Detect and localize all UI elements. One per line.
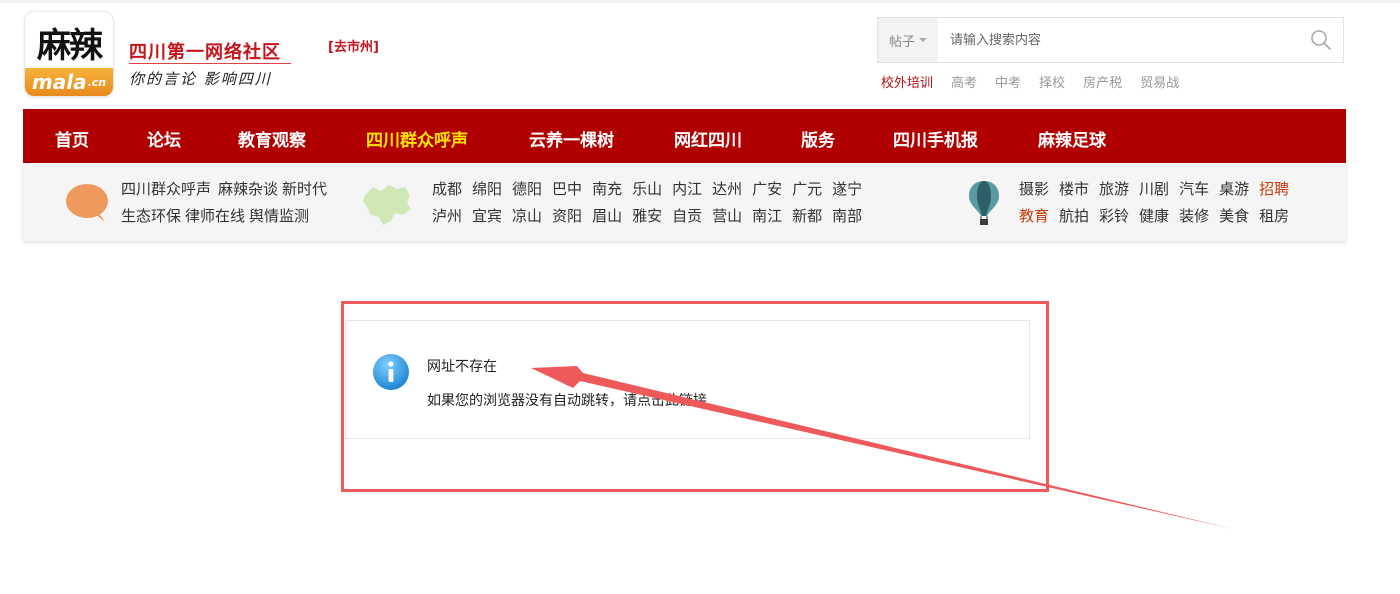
city-link-r2-3[interactable]: 资阳 [552, 205, 582, 226]
city-link-r2-10[interactable]: 南部 [832, 205, 862, 226]
sub-link-zatan[interactable]: 麻辣杂谈 [218, 178, 278, 199]
city-link-r2-9[interactable]: 新都 [792, 205, 822, 226]
hotword-3[interactable]: 择校 [1039, 72, 1065, 91]
category-link-r1-0[interactable]: 摄影 [1019, 178, 1049, 199]
category-link-r1-3[interactable]: 川剧 [1139, 178, 1169, 199]
category-link-r2-6[interactable]: 租房 [1259, 205, 1289, 226]
hotword-4[interactable]: 房产税 [1083, 72, 1122, 91]
sub-link-eco[interactable]: 生态环保 [121, 205, 181, 226]
annotation-arrow-icon [531, 366, 1233, 529]
hotword-2[interactable]: 中考 [995, 72, 1021, 91]
brand-title: 四川第一网络社区 [129, 42, 281, 63]
logo-domain: mala .cn [25, 68, 113, 96]
nav-item-4[interactable]: 云养一棵树 [529, 126, 614, 151]
category-link-r2-2[interactable]: 彩铃 [1099, 205, 1129, 226]
hotword-0[interactable]: 校外培训 [881, 72, 933, 91]
search-type-dropdown[interactable]: 帖子 [878, 18, 938, 62]
top-divider [0, 0, 1400, 3]
category-link-r2-1[interactable]: 航拍 [1059, 205, 1089, 226]
category-row-2: 教育 航拍 彩铃 健康 装修 美食 租房 [1019, 205, 1289, 226]
category-link-r2-0[interactable]: 教育 [1019, 205, 1049, 226]
category-link-r1-2[interactable]: 旅游 [1099, 178, 1129, 199]
category-link-r1-6[interactable]: 招聘 [1259, 178, 1289, 199]
nav-item-6[interactable]: 版务 [801, 126, 835, 151]
city-row-2: 泸州 宜宾 凉山 资阳 眉山 雅安 自贡 营山 南江 新都 南部 [432, 205, 862, 226]
hotword-1[interactable]: 高考 [951, 72, 977, 91]
brand-divider [129, 63, 291, 64]
nav-item-0[interactable]: 首页 [55, 126, 89, 151]
hotword-5[interactable]: 贸易战 [1140, 72, 1179, 91]
brand-slogan: 你的言论 影响四川 [129, 70, 272, 88]
nav-item-8[interactable]: 麻辣足球 [1038, 126, 1106, 151]
city-link-r1-5[interactable]: 乐山 [632, 178, 662, 199]
logo-domain-suffix: .cn [87, 75, 107, 89]
annotation-highlight-box [341, 301, 1049, 492]
city-link-r2-7[interactable]: 营山 [712, 205, 742, 226]
nav-item-1[interactable]: 论坛 [147, 126, 181, 151]
city-link-r2-0[interactable]: 泸州 [432, 205, 462, 226]
city-link-r1-3[interactable]: 巴中 [552, 178, 582, 199]
search-bar: 帖子 [877, 17, 1344, 63]
logo-chars: 麻辣 [37, 25, 103, 66]
category-link-r1-1[interactable]: 楼市 [1059, 178, 1089, 199]
nav-item-2[interactable]: 教育观察 [238, 126, 306, 151]
city-link-r2-1[interactable]: 宜宾 [472, 205, 502, 226]
city-link-r2-8[interactable]: 南江 [752, 205, 782, 226]
city-link-r1-1[interactable]: 绵阳 [472, 178, 502, 199]
city-link-r2-5[interactable]: 雅安 [632, 205, 662, 226]
category-link-r1-5[interactable]: 桌游 [1219, 178, 1249, 199]
city-link-r1-10[interactable]: 遂宁 [832, 178, 862, 199]
category-link-r2-3[interactable]: 健康 [1139, 205, 1169, 226]
nav-item-5[interactable]: 网红四川 [674, 126, 742, 151]
city-link-r2-6[interactable]: 自贡 [672, 205, 702, 226]
main-nav: 首页 论坛 教育观察 四川群众呼声 云养一棵树 网红四川 版务 四川手机报 麻辣足球 [23, 109, 1346, 163]
city-link-r1-6[interactable]: 内江 [672, 178, 702, 199]
city-link-r1-0[interactable]: 成都 [432, 178, 462, 199]
chevron-down-icon [919, 38, 927, 42]
sub-link-voice[interactable]: 四川群众呼声 [121, 178, 211, 199]
category-link-r2-5[interactable]: 美食 [1219, 205, 1249, 226]
category-link-r2-4[interactable]: 装修 [1179, 205, 1209, 226]
city-link-r1-2[interactable]: 德阳 [512, 178, 542, 199]
city-link-r1-8[interactable]: 广安 [752, 178, 782, 199]
search-icon[interactable] [1309, 28, 1333, 52]
sub-link-lawyer[interactable]: 律师在线 [185, 205, 245, 226]
hot-air-balloon-icon [969, 181, 999, 225]
city-row-1: 成都 绵阳 德阳 巴中 南充 乐山 内江 达州 广安 广元 遂宁 [432, 178, 862, 199]
sub-link-new-era[interactable]: 新时代 [282, 178, 327, 199]
city-link-r1-7[interactable]: 达州 [712, 178, 742, 199]
sichuan-map-icon [363, 185, 411, 225]
city-link-r2-4[interactable]: 眉山 [592, 205, 622, 226]
sub-nav-bar: 四川群众呼声 麻辣杂谈 新时代 生态环保 律师在线 舆情监测 成都 绵阳 德阳 巴中南… [23, 163, 1346, 241]
speech-bubble-icon [66, 184, 108, 222]
category-row-1: 摄影 楼市 旅游 川剧 汽车 桌游 招聘 [1019, 178, 1289, 199]
nav-item-7[interactable]: 四川手机报 [893, 126, 978, 151]
search-input[interactable] [942, 18, 1292, 62]
city-link-r1-4[interactable]: 南充 [592, 178, 622, 199]
nav-item-3[interactable]: 四川群众呼声 [366, 126, 468, 151]
logo-domain-main: mala [31, 70, 87, 94]
search-type-label: 帖子 [888, 34, 915, 50]
category-link-r1-4[interactable]: 汽车 [1179, 178, 1209, 199]
city-link-r2-2[interactable]: 凉山 [512, 205, 542, 226]
city-link-r1-9[interactable]: 广元 [792, 178, 822, 199]
go-city-link[interactable]: [去市州] [328, 36, 379, 55]
hot-search-words: 校外培训 高考 中考 择校 房产税 贸易战 [881, 72, 1179, 91]
site-logo[interactable]: 麻辣 mala .cn [24, 11, 114, 97]
sub-link-monitor[interactable]: 舆情监测 [249, 205, 309, 226]
